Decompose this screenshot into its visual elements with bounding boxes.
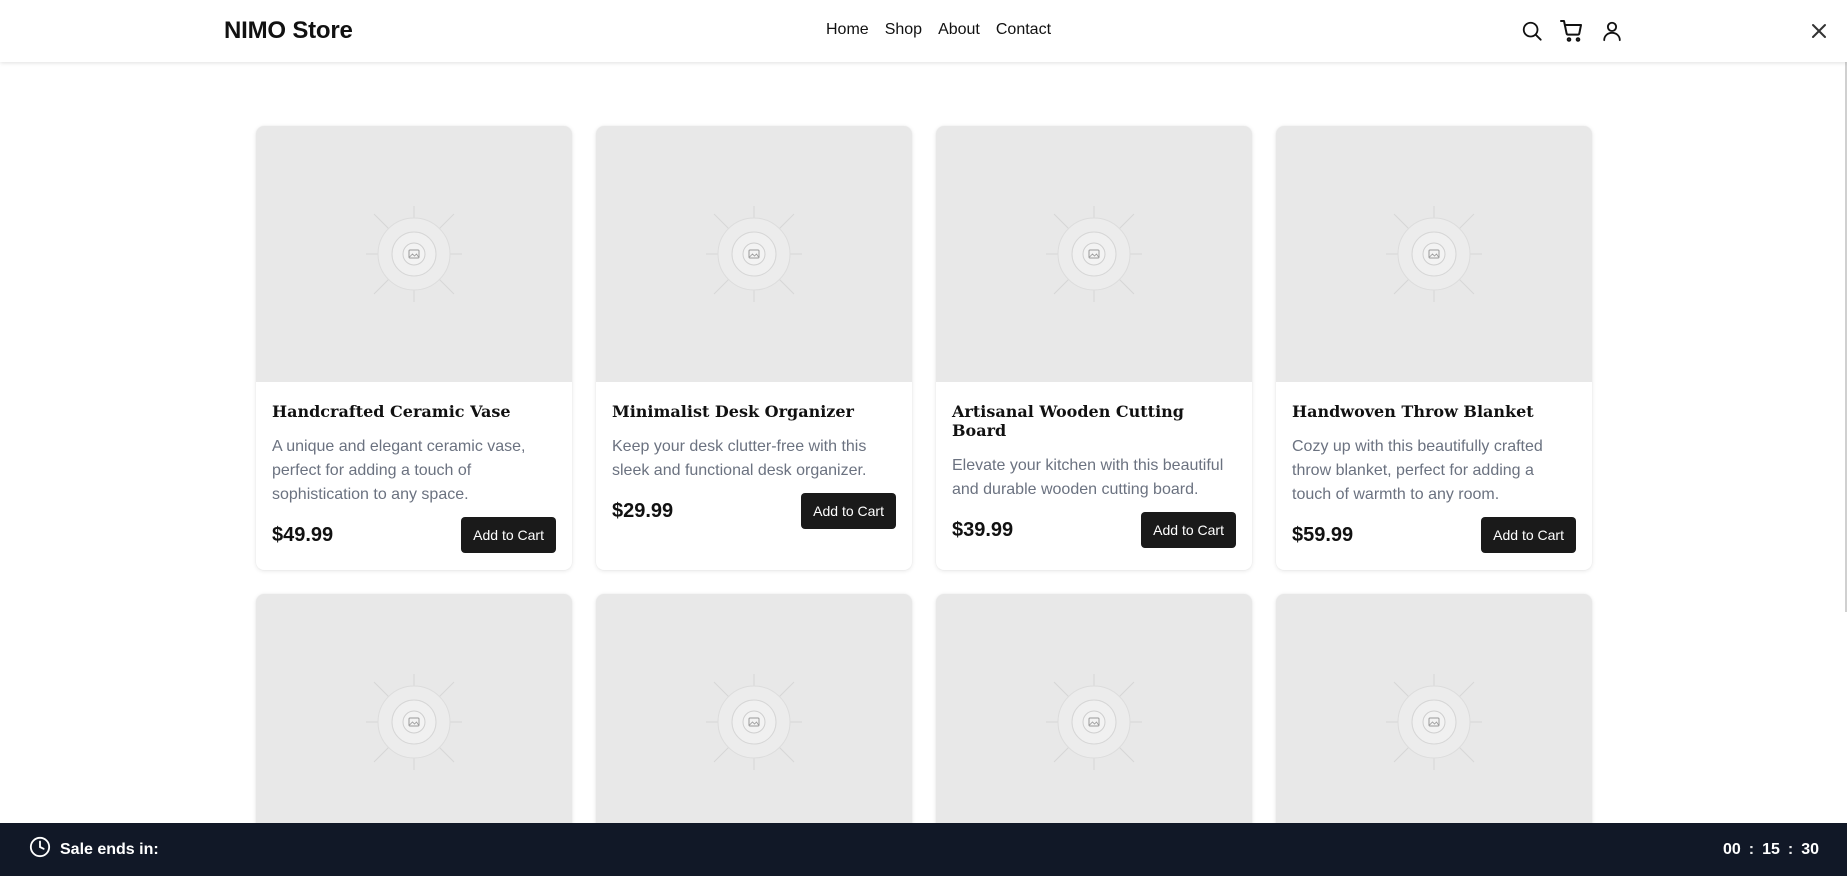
timer-hours: 00 — [1722, 840, 1741, 858]
product-card — [1276, 594, 1592, 850]
product-price: $49.99 — [272, 523, 334, 546]
product-image-placeholder — [1276, 594, 1592, 850]
nav-shop[interactable]: Shop — [885, 21, 922, 39]
product-description: A unique and elegant ceramic vase, perfe… — [272, 438, 526, 503]
cart-icon[interactable] — [1559, 18, 1585, 44]
product-title[interactable]: Handwoven Throw Blanket — [1292, 402, 1576, 421]
product-price: $29.99 — [612, 499, 674, 522]
image-placeholder-icon — [706, 674, 802, 770]
product-image-placeholder — [596, 126, 912, 382]
product-price: $39.99 — [952, 518, 1014, 541]
product-image-placeholder — [256, 126, 572, 382]
timer-minutes: 15 — [1762, 840, 1780, 858]
product-card — [596, 594, 912, 850]
user-icon[interactable] — [1599, 18, 1625, 44]
add-to-cart-button[interactable]: Add to Cart — [461, 517, 556, 553]
product-price: $59.99 — [1292, 523, 1354, 546]
nav-home[interactable]: Home — [826, 21, 869, 39]
product-title[interactable]: Artisanal Wooden Cutting Board — [952, 402, 1236, 440]
image-placeholder-icon — [366, 206, 462, 302]
clock-icon — [29, 836, 51, 863]
product-card: Handcrafted Ceramic Vase A unique and el… — [256, 126, 572, 570]
close-icon[interactable] — [1808, 20, 1830, 42]
nav-about[interactable]: About — [938, 21, 980, 39]
site-header: NIMO Store Home Shop About Contact — [0, 0, 1847, 62]
product-card — [936, 594, 1252, 850]
product-description: Cozy up with this beautifully crafted th… — [1292, 438, 1543, 503]
image-placeholder-icon — [1386, 206, 1482, 302]
timer-separator: : — [1748, 840, 1755, 858]
image-placeholder-icon — [366, 674, 462, 770]
image-placeholder-icon — [1386, 674, 1482, 770]
image-placeholder-icon — [1046, 674, 1142, 770]
header-actions — [1519, 18, 1625, 44]
sale-label: Sale ends in: — [60, 840, 159, 858]
main-nav: Home Shop About Contact — [826, 21, 1051, 39]
search-icon[interactable] — [1519, 18, 1545, 44]
sale-countdown-bar: Sale ends in: 00 : 15 : 30 — [0, 823, 1847, 876]
image-placeholder-icon — [1046, 206, 1142, 302]
product-description: Elevate your kitchen with this beautiful… — [952, 457, 1224, 498]
image-placeholder-icon — [706, 206, 802, 302]
add-to-cart-button[interactable]: Add to Cart — [1481, 517, 1576, 553]
brand-logo[interactable]: NIMO Store — [224, 17, 353, 45]
timer-seconds: 30 — [1801, 840, 1819, 858]
product-description: Keep your desk clutter-free with this sl… — [612, 438, 867, 479]
product-image-placeholder — [596, 594, 912, 850]
product-title[interactable]: Minimalist Desk Organizer — [612, 402, 896, 421]
product-image-placeholder — [1276, 126, 1592, 382]
product-card: Artisanal Wooden Cutting Board Elevate y… — [936, 126, 1252, 570]
product-card: Minimalist Desk Organizer Keep your desk… — [596, 126, 912, 570]
product-image-placeholder — [936, 126, 1252, 382]
product-image-placeholder — [256, 594, 572, 850]
countdown-timer: 00 : 15 : 30 — [1723, 841, 1819, 859]
product-title[interactable]: Handcrafted Ceramic Vase — [272, 402, 556, 421]
product-card: Handwoven Throw Blanket Cozy up with thi… — [1276, 126, 1592, 570]
product-image-placeholder — [936, 594, 1252, 850]
product-card — [256, 594, 572, 850]
add-to-cart-button[interactable]: Add to Cart — [1141, 512, 1236, 548]
timer-separator: : — [1787, 840, 1794, 858]
product-grid: Handcrafted Ceramic Vase A unique and el… — [256, 126, 1592, 850]
nav-contact[interactable]: Contact — [996, 21, 1051, 39]
sale-label-group: Sale ends in: — [29, 836, 159, 863]
add-to-cart-button[interactable]: Add to Cart — [801, 493, 896, 529]
